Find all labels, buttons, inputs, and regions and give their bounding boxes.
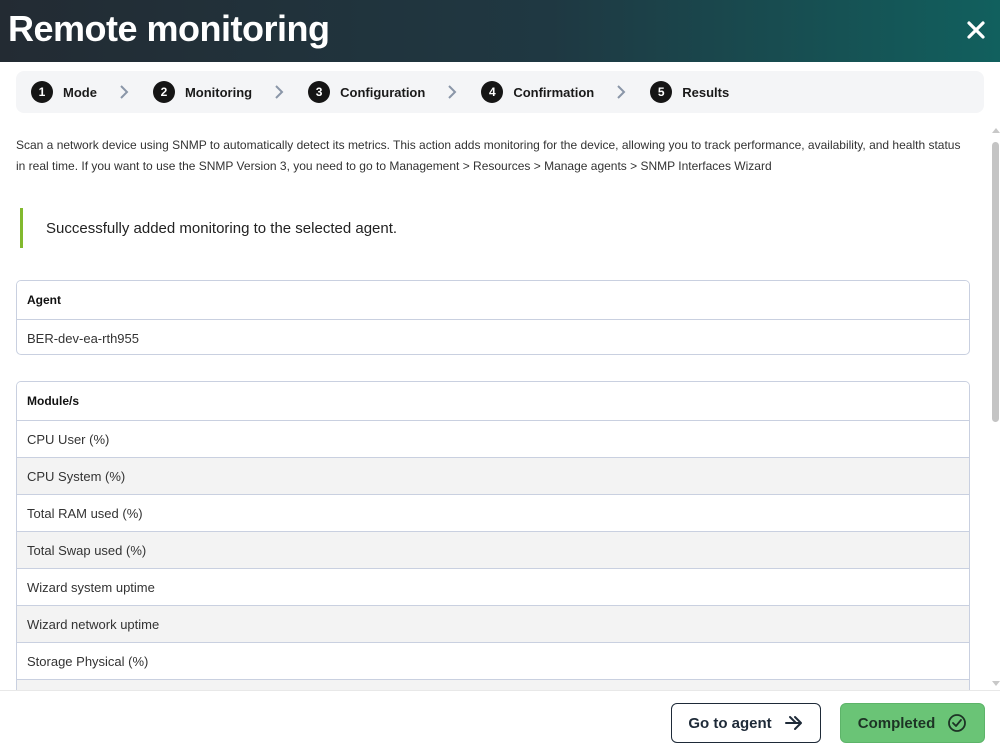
go-to-agent-label: Go to agent <box>688 714 772 732</box>
footer-actions: Go to agent Completed <box>0 690 1000 749</box>
step-results[interactable]: 5 Results <box>650 71 729 113</box>
chevron-right-icon <box>617 85 626 99</box>
step-label: Monitoring <box>184 84 253 100</box>
completed-label: Completed <box>857 714 936 732</box>
scrollbar-thumb[interactable] <box>992 142 999 422</box>
step-label: Confirmation <box>513 84 595 100</box>
table-row: Total Swap used (%) <box>17 531 969 568</box>
table-row: Wizard system uptime <box>17 568 969 605</box>
wizard-stepper: 1 Mode 2 Monitoring 3 Configuration 4 Co… <box>16 71 984 113</box>
agent-table: Agent BER-dev-ea-rth955 <box>16 280 970 355</box>
close-icon[interactable] <box>960 14 992 46</box>
modules-table-header: Module/s <box>17 382 969 420</box>
go-to-agent-button[interactable]: Go to agent <box>671 703 821 743</box>
scroll-up-arrow[interactable] <box>992 128 1000 133</box>
chevron-right-icon <box>275 85 284 99</box>
step-confirmation[interactable]: 4 Confirmation <box>481 71 594 113</box>
step-configuration[interactable]: 3 Configuration <box>308 71 425 113</box>
completed-button[interactable]: Completed <box>840 703 985 743</box>
scroll-down-arrow[interactable] <box>992 681 1000 686</box>
table-row: BER-dev-ea-rth955 <box>17 319 969 354</box>
success-message: Successfully added monitoring to the sel… <box>46 219 398 237</box>
step-number: 2 <box>152 81 175 103</box>
step-mode[interactable]: 1 Mode <box>31 71 97 113</box>
step-label: Mode <box>63 84 97 100</box>
agent-table-header: Agent <box>17 281 969 319</box>
step-number: 3 <box>308 81 331 103</box>
chevron-right-icon <box>120 85 129 99</box>
step-number: 4 <box>481 81 504 103</box>
modules-table: Module/s CPU User (%) CPU System (%) Tot… <box>16 381 970 721</box>
window-header: Remote monitoring <box>0 0 1000 62</box>
table-row: CPU System (%) <box>17 457 969 494</box>
table-row: CPU User (%) <box>17 420 969 457</box>
table-row: Storage Physical (%) <box>17 642 969 679</box>
wizard-description: Scan a network device using SNMP to auto… <box>16 138 961 173</box>
step-number: 5 <box>650 81 673 103</box>
check-circle-icon <box>947 713 967 733</box>
table-row: Wizard network uptime <box>17 605 969 642</box>
step-label: Configuration <box>340 84 426 100</box>
table-row: Total RAM used (%) <box>17 494 969 531</box>
success-alert: Successfully added monitoring to the sel… <box>20 208 920 248</box>
double-arrow-right-icon <box>784 713 804 733</box>
window-title: Remote monitoring <box>8 8 330 49</box>
step-label: Results <box>682 84 730 100</box>
step-number: 1 <box>31 81 53 103</box>
chevron-right-icon <box>448 85 457 99</box>
step-monitoring[interactable]: 2 Monitoring <box>152 71 253 113</box>
